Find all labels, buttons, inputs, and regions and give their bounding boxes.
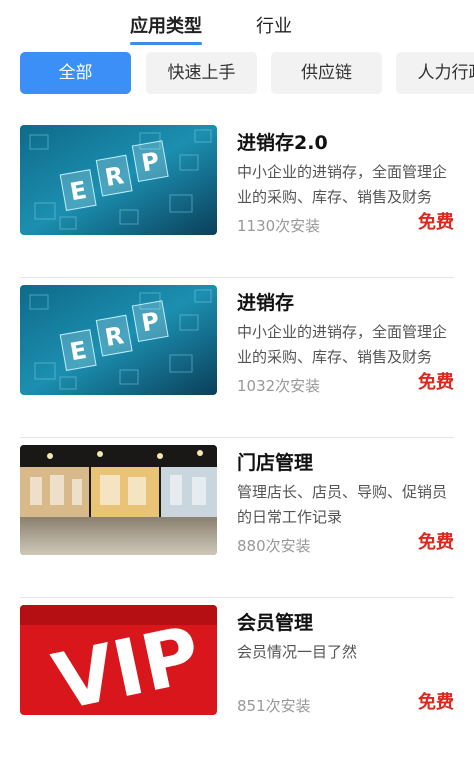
install-count: 1130次安装 [237,217,321,235]
install-count: 1032次安装 [237,377,321,395]
filter-chip-quick-start[interactable]: 快速上手 [146,52,257,94]
filter-chip-hr-admin[interactable]: 人力行政 [396,52,474,94]
app-description: 会员情况一目了然 [237,643,358,661]
price-badge: 免费 [418,532,454,553]
app-title: 进销存2.0 [237,132,328,154]
app-list-item[interactable]: E R P 进销存 中小企业的进销存，全面管理企业的采购、库存、销售及财务 10… [20,277,454,437]
app-list-item[interactable]: 门店管理 管理店长、店员、导购、促销员的日常工作记录 880次安装 免费 [20,437,454,597]
install-count: 880次安装 [237,537,311,555]
tab-industry-label: 行业 [256,16,292,37]
app-description: 管理店长、店员、导购、促销员的日常工作记录 [237,483,448,526]
filter-chip-supply-chain[interactable]: 供应链 [271,52,382,94]
tab-industry[interactable]: 行业 [256,12,292,38]
filter-chip-all[interactable]: 全部 [20,52,131,94]
app-thumbnail-store [20,445,217,555]
app-title: 门店管理 [237,452,314,474]
app-list-item[interactable]: VIP 会员管理 会员情况一目了然 851次安装 免费 [20,597,454,757]
category-filter-bar[interactable]: 全部 快速上手 供应链 人力行政 [20,52,474,94]
price-badge: 免费 [418,212,454,233]
app-title: 会员管理 [237,612,314,634]
install-count: 851次安装 [237,697,311,715]
app-title: 进销存 [237,292,295,314]
active-tab-indicator [130,42,202,45]
app-thumbnail-erp: E R P [20,125,217,235]
tab-app-type-label: 应用类型 [130,16,202,37]
app-list-item[interactable]: E R P 进销存2.0 中小企业的进销存，全面管理企业的采购、库存、销售及财务… [20,118,454,277]
price-badge: 免费 [418,692,454,713]
app-thumbnail-vip: VIP [20,605,217,715]
app-description: 中小企业的进销存，全面管理企业的采购、库存、销售及财务 [237,323,448,366]
app-thumbnail-erp: E R P [20,285,217,395]
tab-app-type[interactable]: 应用类型 [130,12,202,45]
top-tab-bar: 应用类型 行业 [0,0,474,46]
price-badge: 免费 [418,372,454,393]
app-description: 中小企业的进销存，全面管理企业的采购、库存、销售及财务 [237,163,448,206]
app-list: E R P 进销存2.0 中小企业的进销存，全面管理企业的采购、库存、销售及财务… [20,118,454,757]
